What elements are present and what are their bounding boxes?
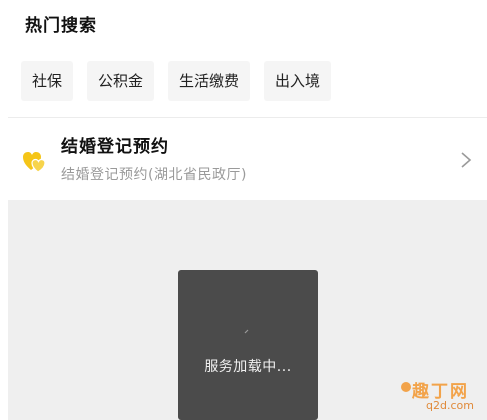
- tag-shenghuo-jiaofei[interactable]: 生活缴费: [168, 61, 251, 101]
- watermark-sub: q2d.com: [426, 399, 474, 412]
- tag-churujing[interactable]: 出入境: [264, 61, 332, 101]
- hot-search-title: 热门搜索: [25, 16, 97, 36]
- watermark: 趣丁网 q2d.com: [400, 375, 480, 417]
- tag-gongjijin[interactable]: 公积金: [87, 61, 155, 101]
- loading-toast: 服务加载中...: [178, 270, 318, 420]
- tag-shebao[interactable]: 社保: [21, 61, 74, 101]
- watermark-logo-icon: [401, 382, 411, 392]
- service-subtitle: 结婚登记预约(湖北省民政厅): [61, 167, 247, 183]
- hot-search-tags: 社保 公积金 生活缴费 出入境: [21, 61, 345, 101]
- marriage-registration-item[interactable]: 结婚登记预约 结婚登记预约(湖北省民政厅): [0, 118, 487, 200]
- spinner-icon: [244, 329, 249, 334]
- service-title: 结婚登记预约: [61, 137, 169, 157]
- loading-text: 服务加载中...: [204, 359, 292, 375]
- heart-couple-icon: [23, 152, 46, 173]
- chevron-right-icon: [461, 152, 472, 168]
